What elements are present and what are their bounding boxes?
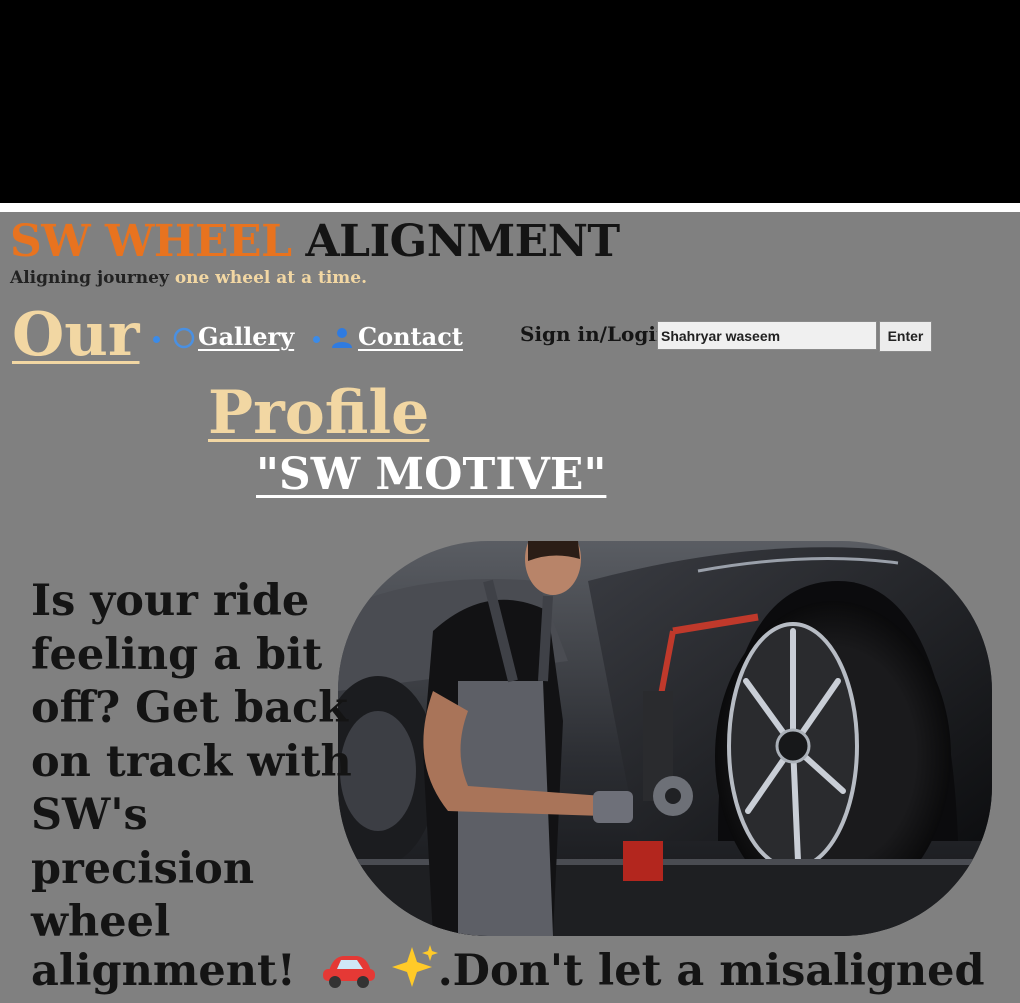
- site-title-part1: SW WHEEL: [10, 216, 292, 267]
- pitch-text: Is your ride feeling a bit off? Get back…: [31, 576, 352, 947]
- tagline-part2: one wheel at a time.: [174, 268, 368, 288]
- pitch-word-alignment: alignment!: [31, 946, 296, 996]
- signin-label: Sign in/Login: [520, 322, 671, 346]
- nav-bullet: [153, 336, 160, 343]
- top-black-bar: [0, 0, 1020, 203]
- nav-link-gallery[interactable]: Gallery: [198, 322, 294, 351]
- tagline: Aligning journey one wheel at a time.: [10, 268, 367, 288]
- site-title-part2: ALIGNMENT: [305, 216, 621, 267]
- company-name: "SW MOTIVE": [256, 449, 607, 500]
- sparkles-emoji: [391, 943, 438, 1003]
- mechanic-wheel-alignment-photo: [338, 541, 992, 936]
- nav-bullet: [313, 336, 320, 343]
- person-icon: [330, 325, 354, 353]
- top-divider: [0, 203, 1020, 212]
- red-car-emoji: [321, 949, 377, 1003]
- pitch-last-line: alignment! .Don't let a misaligned: [31, 943, 985, 1003]
- site-title: SW WHEEL ALIGNMENT: [10, 216, 620, 268]
- username-input[interactable]: Shahryar waseem: [657, 321, 877, 350]
- nav-link-our[interactable]: Our: [12, 300, 140, 370]
- gallery-ring-icon: [172, 326, 196, 354]
- pitch-continuation: .Don't let a misaligned: [437, 946, 985, 996]
- nav-link-profile[interactable]: Profile: [208, 378, 429, 448]
- enter-button[interactable]: Enter: [879, 321, 932, 352]
- tagline-part1: Aligning journey: [10, 268, 169, 288]
- nav-link-contact[interactable]: Contact: [358, 322, 463, 351]
- page-content: SW WHEEL ALIGNMENT Aligning journey one wh…: [0, 212, 1020, 1003]
